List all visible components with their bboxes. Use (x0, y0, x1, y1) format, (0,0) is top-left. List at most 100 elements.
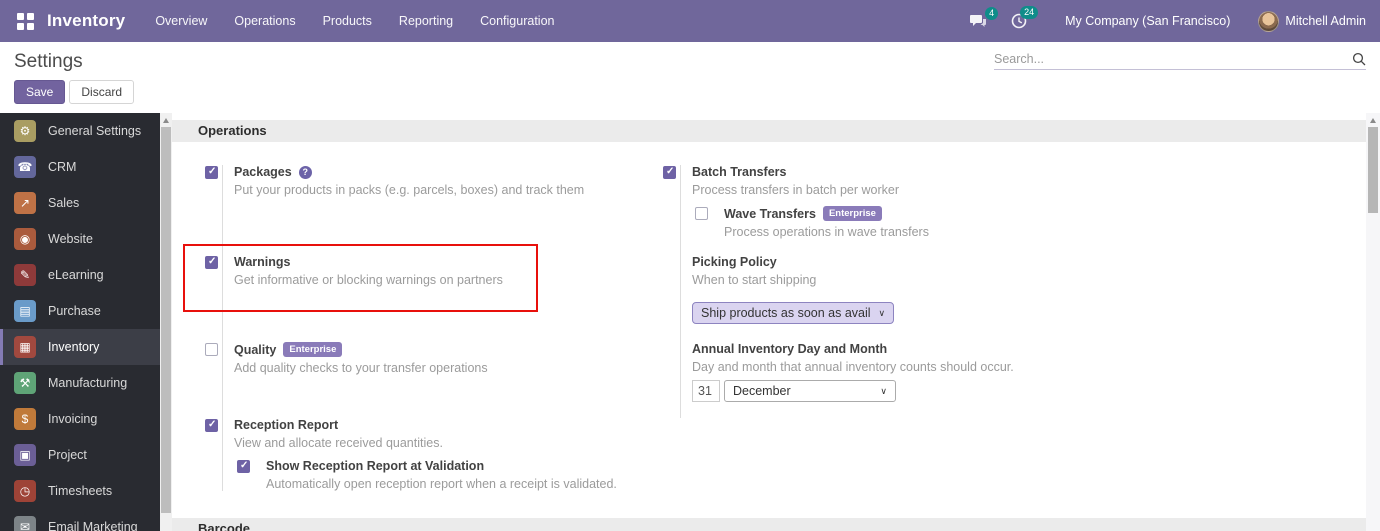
enterprise-badge: Enterprise (822, 206, 882, 221)
packages-checkbox[interactable] (205, 166, 218, 179)
sidebar-item-label: Purchase (48, 304, 101, 318)
sidebar-item-timesheets[interactable]: ◷ Timesheets (0, 473, 160, 509)
menu-overview[interactable]: Overview (155, 14, 207, 28)
picking-policy-description: When to start shipping (692, 273, 817, 287)
company-switcher[interactable]: My Company (San Francisco) (1065, 14, 1230, 28)
apps-menu-icon[interactable] (17, 12, 34, 30)
batch-transfers-description: Process transfers in batch per worker (692, 183, 900, 197)
sidebar-item-inventory[interactable]: ▦ Inventory (0, 329, 160, 365)
main-scrollbar-thumb[interactable] (1368, 127, 1378, 213)
setting-packages: Packages ? Put your products in packs (e… (200, 165, 658, 255)
help-icon[interactable]: ? (298, 165, 312, 179)
activities-button[interactable]: 24 (1011, 6, 1039, 29)
section-header-operations: Operations (172, 120, 1366, 142)
menu-operations[interactable]: Operations (234, 14, 295, 28)
sidebar-item-general-settings[interactable]: ⚙ General Settings (0, 113, 160, 149)
user-avatar[interactable] (1258, 10, 1280, 32)
search-bar (994, 52, 1366, 70)
sidebar-item-crm[interactable]: ☎ CRM (0, 149, 160, 185)
setting-picking-policy: Picking Policy When to start shipping Sh… (658, 255, 1098, 342)
settings-main: Operations Packages ? Put your products … (172, 113, 1380, 531)
main-scrollbar[interactable] (1366, 113, 1380, 531)
packages-label[interactable]: Packages (234, 165, 292, 179)
sidebar-item-project[interactable]: ▣ Project (0, 437, 160, 473)
menu-products[interactable]: Products (323, 14, 372, 28)
sales-app-icon: ↗ (14, 192, 36, 214)
timesheets-app-icon: ◷ (14, 480, 36, 502)
warnings-checkbox[interactable] (205, 256, 218, 269)
menu-reporting[interactable]: Reporting (399, 14, 453, 28)
messages-count-badge: 4 (985, 6, 999, 20)
setting-annual-inventory: Annual Inventory Day and Month Day and m… (658, 342, 1098, 418)
warnings-label[interactable]: Warnings (234, 255, 290, 269)
show-reception-report-checkbox[interactable] (237, 460, 250, 473)
setting-reception-report: Reception Report View and allocate recei… (200, 418, 658, 491)
search-icon[interactable] (1352, 52, 1366, 66)
sidebar-item-website[interactable]: ◉ Website (0, 221, 160, 257)
control-panel: Settings Save Discard (0, 42, 1380, 113)
section-header-barcode: Barcode (172, 518, 1366, 531)
month-selected-value: December (733, 384, 791, 398)
email-marketing-app-icon: ✉ (14, 516, 36, 531)
chevron-down-icon: ∨ (878, 307, 886, 318)
project-app-icon: ▣ (14, 444, 36, 466)
reception-report-label[interactable]: Reception Report (234, 418, 338, 432)
chevron-down-icon: ∨ (880, 385, 887, 396)
purchase-app-icon: ▤ (14, 300, 36, 322)
save-button[interactable]: Save (14, 80, 66, 104)
reception-report-checkbox[interactable] (205, 419, 218, 432)
picking-policy-select[interactable]: Ship products as soon as avail ∨ (692, 302, 895, 324)
quality-checkbox[interactable] (205, 343, 218, 356)
batch-transfers-checkbox[interactable] (663, 166, 676, 179)
quality-description: Add quality checks to your transfer oper… (234, 361, 488, 375)
top-navbar: Inventory Overview Operations Products R… (0, 0, 1380, 42)
setting-warnings: Warnings Get informative or blocking war… (183, 244, 658, 342)
sidebar-scrollbar-thumb[interactable] (161, 127, 171, 513)
setting-quality: Quality Enterprise Add quality checks to… (200, 342, 658, 418)
sidebar-item-elearning[interactable]: ✎ eLearning (0, 257, 160, 293)
wave-transfers-label[interactable]: Wave Transfers (724, 207, 816, 221)
sidebar-scrollbar[interactable] (160, 113, 172, 531)
reception-report-description: View and allocate received quantities. (234, 436, 443, 450)
invoicing-app-icon: $ (14, 408, 36, 430)
app-name[interactable]: Inventory (47, 11, 125, 31)
batch-transfers-label[interactable]: Batch Transfers (692, 165, 786, 179)
picking-policy-label: Picking Policy (692, 255, 777, 269)
wave-transfers-description: Process operations in wave transfers (724, 225, 929, 239)
sidebar-item-label: Project (48, 448, 87, 462)
wave-transfers-checkbox[interactable] (695, 207, 708, 220)
activities-count-badge: 24 (1020, 6, 1039, 19)
show-reception-report-description: Automatically open reception report when… (266, 477, 617, 491)
annual-inventory-day-input[interactable] (692, 380, 720, 402)
sidebar-item-label: Website (48, 232, 93, 246)
annual-inventory-month-select[interactable]: December ∨ (724, 380, 896, 402)
website-app-icon: ◉ (14, 228, 36, 250)
sidebar-item-manufacturing[interactable]: ⚒ Manufacturing (0, 365, 160, 401)
warnings-description: Get informative or blocking warnings on … (234, 273, 503, 287)
sidebar-item-label: CRM (48, 160, 77, 174)
messages-button[interactable]: 4 (970, 6, 999, 29)
quality-label[interactable]: Quality (234, 343, 276, 357)
sidebar-item-label: Email Marketing (48, 520, 138, 531)
picking-policy-selected-value: Ship products as soon as avail (701, 306, 871, 320)
user-menu[interactable]: Mitchell Admin (1285, 14, 1366, 28)
setting-show-reception-report: Show Reception Report at Validation Auto… (234, 459, 658, 491)
sidebar-item-label: Manufacturing (48, 376, 128, 390)
scroll-up-icon[interactable] (1370, 118, 1376, 123)
sidebar-item-label: Inventory (48, 340, 100, 354)
enterprise-badge: Enterprise (283, 342, 343, 357)
sidebar-item-label: eLearning (48, 268, 104, 282)
menu-configuration[interactable]: Configuration (480, 14, 554, 28)
show-reception-report-label[interactable]: Show Reception Report at Validation (266, 459, 484, 473)
sidebar-item-invoicing[interactable]: $ Invoicing (0, 401, 160, 437)
elearning-app-icon: ✎ (14, 264, 36, 286)
scroll-up-icon[interactable] (163, 118, 169, 123)
sidebar-item-sales[interactable]: ↗ Sales (0, 185, 160, 221)
crm-app-icon: ☎ (14, 156, 36, 178)
discard-button[interactable]: Discard (69, 80, 135, 104)
sidebar-item-email-marketing[interactable]: ✉ Email Marketing (0, 509, 160, 531)
search-input[interactable] (994, 52, 1352, 66)
sidebar-item-purchase[interactable]: ▤ Purchase (0, 293, 160, 329)
annual-inventory-label: Annual Inventory Day and Month (692, 342, 888, 356)
settings-sidebar: ⚙ General Settings ☎ CRM ↗ Sales ◉ Websi… (0, 113, 172, 531)
